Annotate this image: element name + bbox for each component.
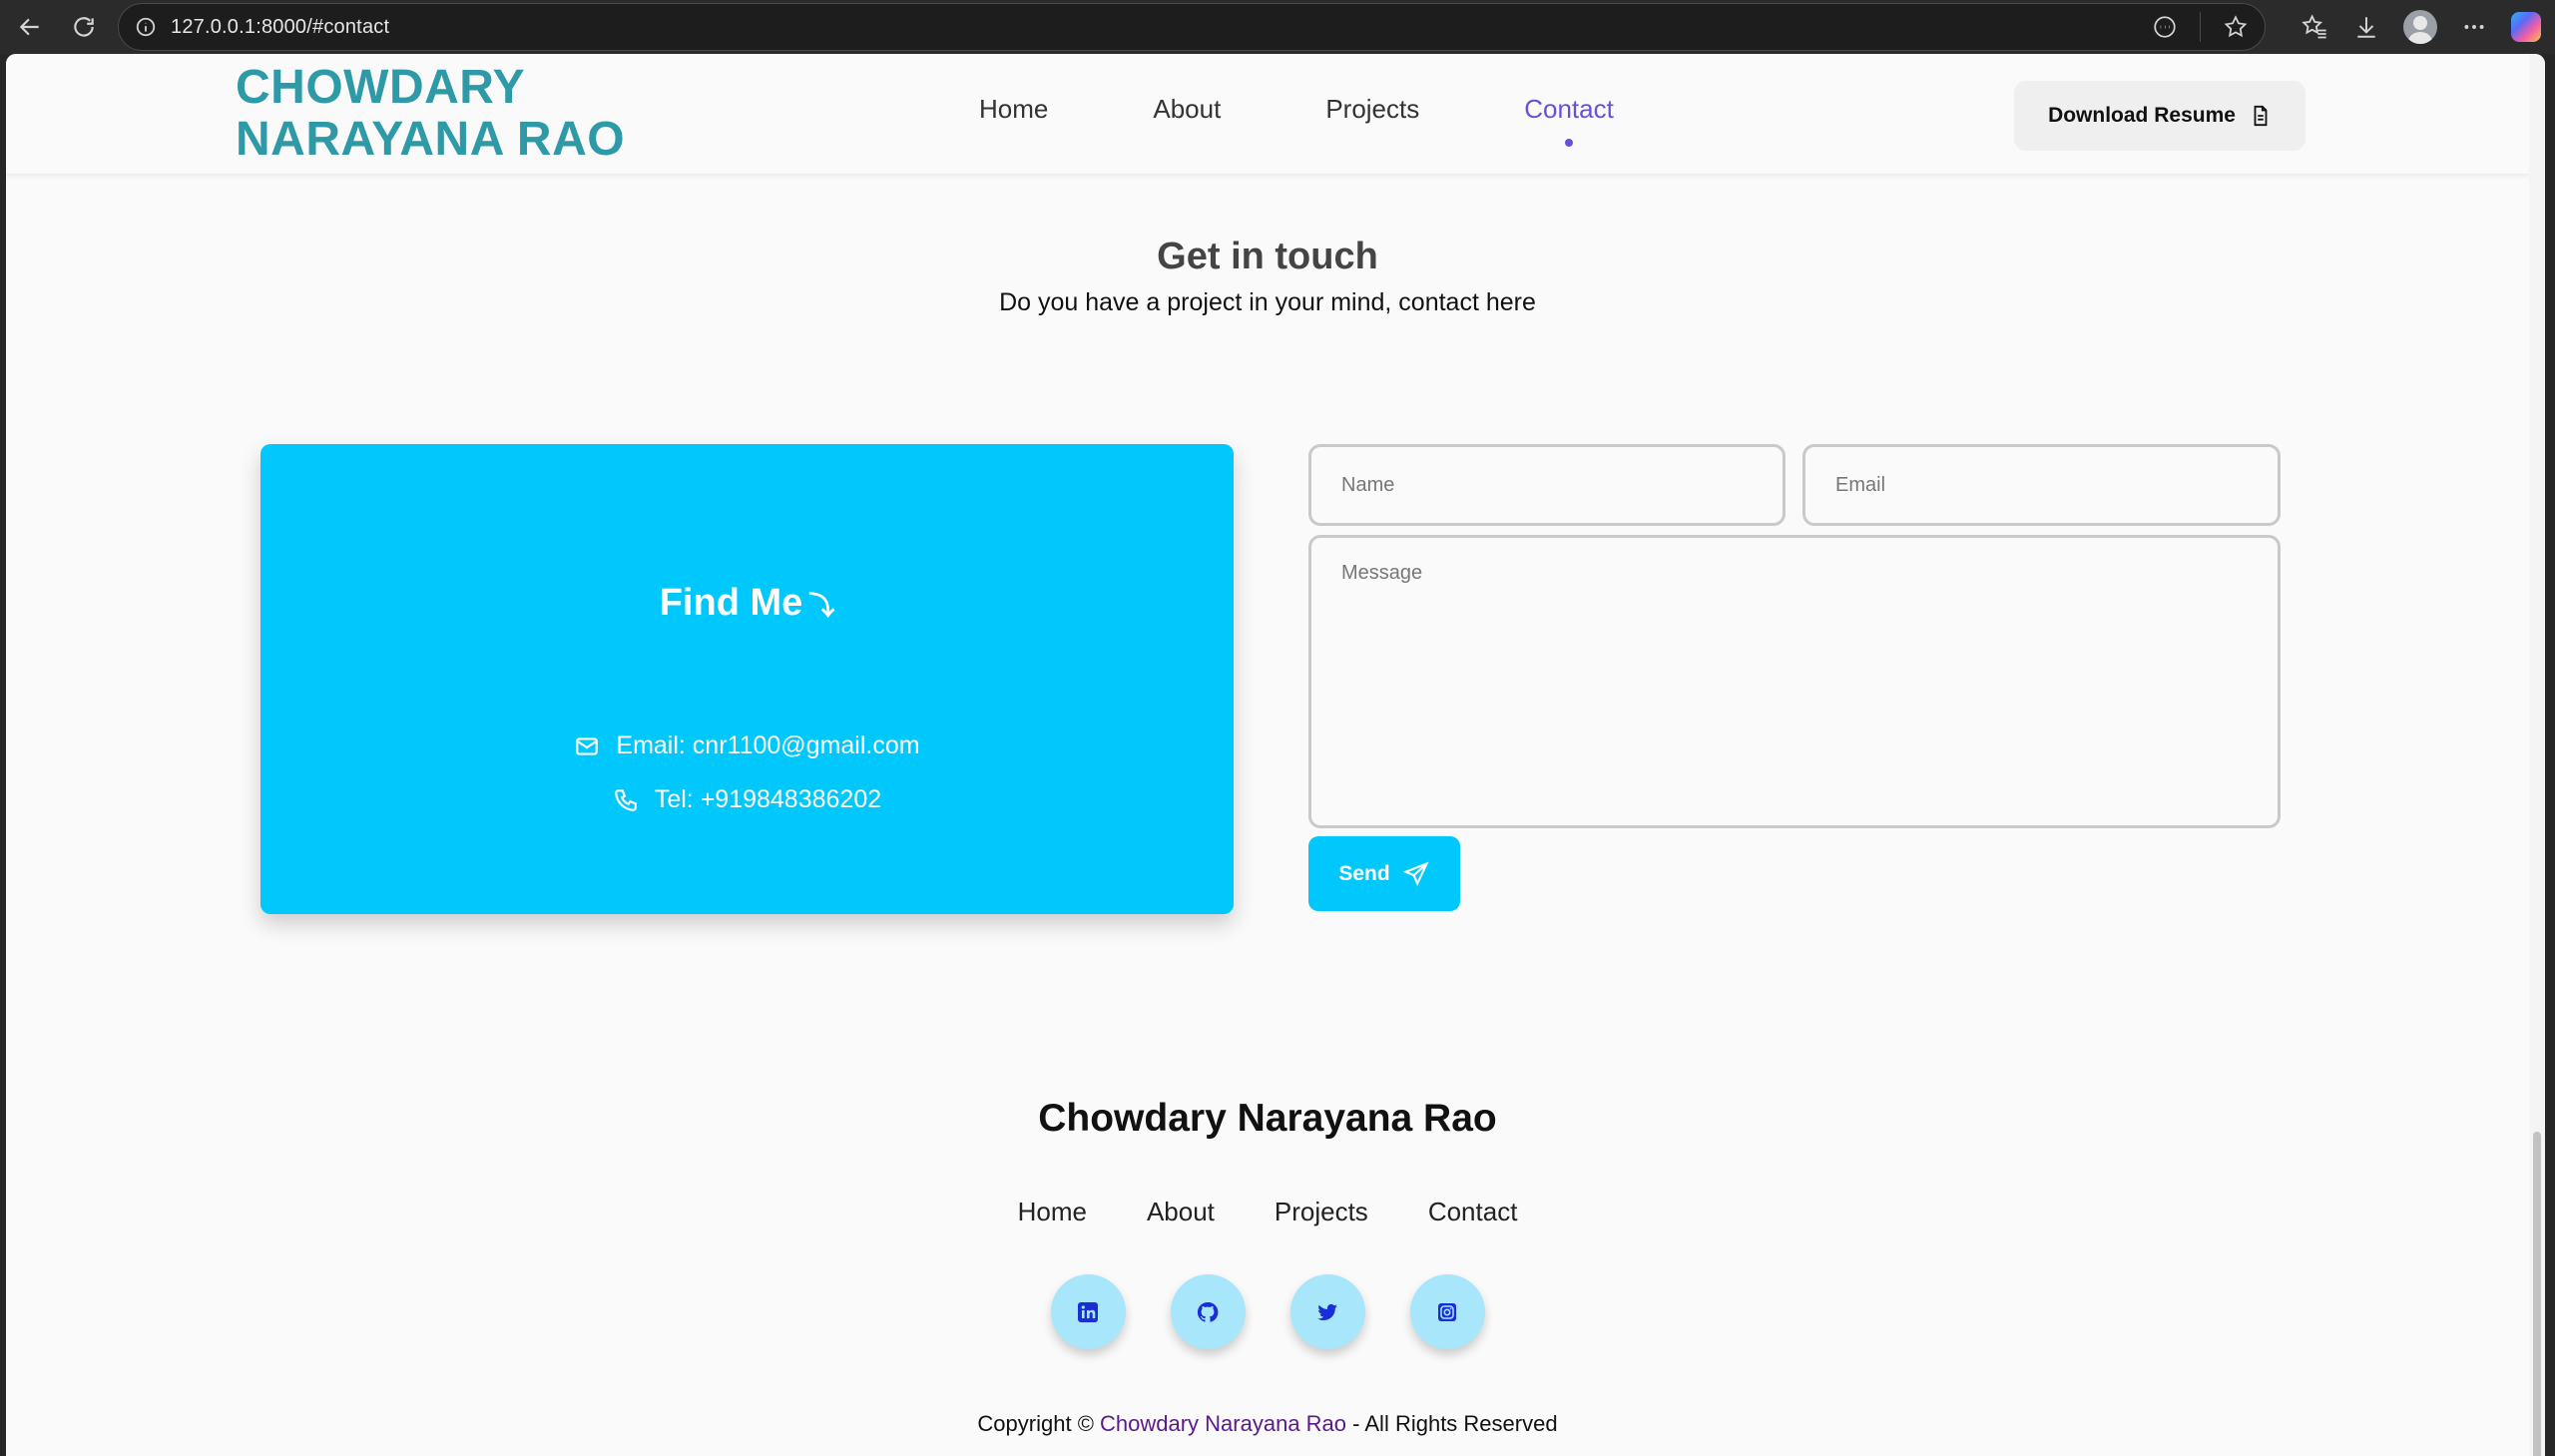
- nav-about[interactable]: About: [1153, 94, 1221, 125]
- reload-icon: [74, 17, 94, 37]
- url-text[interactable]: 127.0.0.1:8000/#contact: [171, 16, 389, 39]
- favorite-star-icon[interactable]: [2221, 12, 2251, 42]
- footer-nav-projects[interactable]: Projects: [1275, 1197, 1368, 1227]
- phone-icon: [613, 787, 639, 813]
- logo-line-1: CHOWDARY: [236, 61, 526, 114]
- find-me-heading: Find Me ⤵: [260, 582, 1234, 625]
- back-button[interactable]: [10, 7, 50, 47]
- page-viewport: CHOWDARY NARAYANA RAO Home About Project…: [6, 54, 2545, 1456]
- copyright-prefix: Copyright ©: [977, 1411, 1101, 1436]
- nav-home[interactable]: Home: [979, 94, 1048, 125]
- curved-arrow-icon: ⤵: [808, 591, 835, 621]
- copyright-owner-link[interactable]: Chowdary Narayana Rao: [1100, 1411, 1346, 1436]
- find-me-title: Find Me: [659, 582, 803, 624]
- favorites-icon[interactable]: [2300, 12, 2329, 42]
- reading-mode-icon[interactable]: [2150, 12, 2180, 42]
- twitter-link[interactable]: [1289, 1274, 1365, 1349]
- send-button[interactable]: Send: [1308, 836, 1460, 911]
- paper-plane-icon: [1402, 860, 1430, 888]
- reload-button[interactable]: [64, 7, 104, 47]
- logo-line-2: NARAYANA RAO: [236, 113, 626, 166]
- site-header: CHOWDARY NARAYANA RAO Home About Project…: [6, 54, 2529, 175]
- copyright-suffix: - All Rights Reserved: [1346, 1411, 1558, 1436]
- document-icon: [2250, 105, 2272, 127]
- copilot-icon[interactable]: [2511, 12, 2541, 42]
- email-input[interactable]: [1805, 447, 2278, 523]
- address-bar[interactable]: 127.0.0.1:8000/#contact: [118, 3, 2266, 51]
- email-row: Email: cnr1100@gmail.com: [260, 731, 1234, 760]
- footer-nav-home[interactable]: Home: [1018, 1197, 1087, 1227]
- browser-toolbar: 127.0.0.1:8000/#contact: [0, 0, 2555, 54]
- main-nav: Home About Projects Contact: [979, 94, 1719, 147]
- footer-name: Chowdary Narayana Rao: [1038, 1097, 1497, 1140]
- contact-title: Get in touch: [1157, 236, 1378, 277]
- instagram-icon: [1435, 1300, 1459, 1324]
- page-scrollbar[interactable]: [2529, 54, 2545, 1456]
- send-label: Send: [1338, 861, 1390, 885]
- twitter-icon: [1315, 1300, 1339, 1324]
- scrollbar-thumb[interactable]: [2533, 1132, 2541, 1456]
- copyright: Copyright © Chowdary Narayana Rao - All …: [6, 1411, 2529, 1437]
- mail-icon: [574, 733, 600, 759]
- site-info-icon[interactable]: [135, 16, 157, 38]
- download-resume-label: Download Resume: [2048, 104, 2236, 127]
- find-me-card: Find Me ⤵ Email: cnr1100@gmail.com Tel: +…: [260, 444, 1234, 914]
- instagram-link[interactable]: [1409, 1274, 1485, 1349]
- email-field: [1802, 444, 2281, 526]
- address-divider: [2200, 12, 2201, 42]
- message-textarea[interactable]: [1311, 538, 2278, 825]
- message-field: [1308, 535, 2281, 828]
- social-links: [6, 1274, 2529, 1349]
- footer-nav-contact[interactable]: Contact: [1428, 1197, 1518, 1227]
- nav-contact[interactable]: Contact: [1524, 94, 1614, 147]
- back-arrow-icon: [19, 18, 39, 36]
- downloads-icon[interactable]: [2351, 12, 2381, 42]
- linkedin-link[interactable]: [1050, 1274, 1126, 1349]
- tel-row: Tel: +919848386202: [260, 785, 1234, 814]
- contact-subtitle: Do you have a project in your mind, cont…: [999, 288, 1536, 316]
- github-link[interactable]: [1170, 1274, 1246, 1349]
- tel-text[interactable]: Tel: +919848386202: [655, 785, 881, 814]
- email-text[interactable]: Email: cnr1100@gmail.com: [616, 731, 919, 760]
- github-icon: [1196, 1300, 1220, 1324]
- site-logo[interactable]: CHOWDARY NARAYANA RAO: [236, 62, 635, 166]
- footer-nav: Home About Projects Contact: [6, 1197, 2529, 1227]
- nav-projects[interactable]: Projects: [1325, 94, 1419, 125]
- name-field: [1308, 444, 1786, 526]
- download-resume-button[interactable]: Download Resume: [2014, 81, 2305, 151]
- more-menu-icon[interactable]: [2459, 12, 2489, 42]
- name-input[interactable]: [1311, 447, 1783, 523]
- footer-nav-about[interactable]: About: [1147, 1197, 1215, 1227]
- linkedin-icon: [1076, 1300, 1100, 1324]
- profile-avatar[interactable]: [2403, 10, 2437, 44]
